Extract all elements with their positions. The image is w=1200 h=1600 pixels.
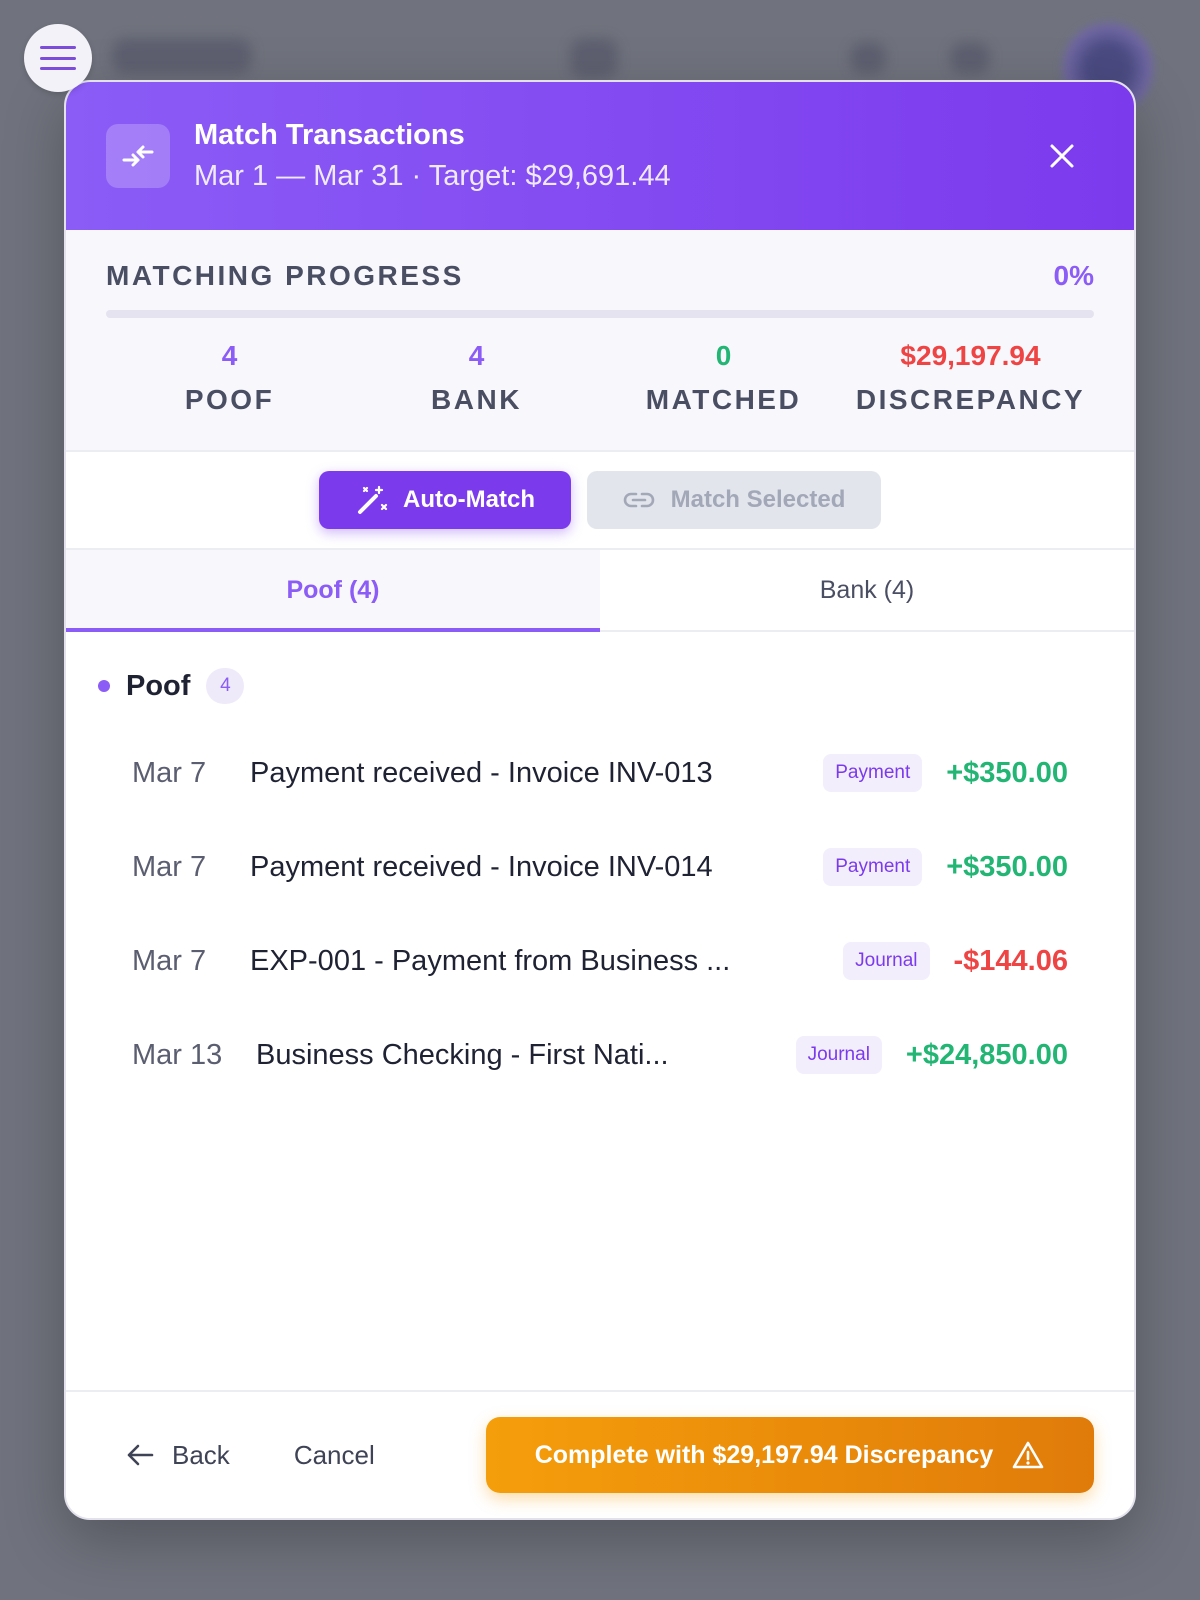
group-dot <box>98 680 110 692</box>
action-bar: Auto-Match Match Selected <box>66 452 1134 550</box>
transaction-row[interactable]: Mar 7 EXP-001 - Payment from Business ..… <box>98 914 1102 1008</box>
swap-arrows-icon <box>106 124 170 188</box>
modal-footer: Back Cancel Complete with $29,197.94 Dis… <box>66 1390 1134 1518</box>
transaction-amount: -$144.06 <box>953 944 1069 977</box>
link-icon <box>623 492 654 508</box>
stat-discrepancy: $29,197.94 DISCREPANCY <box>847 340 1094 416</box>
background-icon-blur <box>850 42 886 74</box>
background-title-blur <box>112 38 252 74</box>
modal-subtitle: Mar 1 — Mar 31 · Target: $29,691.44 <box>194 160 671 192</box>
auto-match-label: Auto-Match <box>403 486 535 513</box>
transaction-date: Mar 13 <box>132 1038 223 1071</box>
stats-row: 4 POOF 4 BANK 0 MATCHED $29,197.94 DISCR… <box>106 340 1094 416</box>
transaction-date: Mar 7 <box>132 850 207 883</box>
tab-bank[interactable]: Bank (4) <box>600 550 1134 630</box>
stat-label: DISCREPANCY <box>855 384 1086 415</box>
transaction-description: Payment received - Invoice INV-014 <box>250 850 713 883</box>
transaction-date: Mar 7 <box>132 944 207 977</box>
transaction-type-badge: Payment <box>823 848 923 886</box>
transaction-amount: +$350.00 <box>946 850 1068 883</box>
progress-bar <box>106 310 1094 318</box>
back-label: Back <box>172 1439 230 1470</box>
stat-label: BANK <box>431 384 522 415</box>
modal-title: Match Transactions <box>194 119 465 151</box>
complete-label: Complete with $29,197.94 Discrepancy <box>534 1440 994 1469</box>
group-header: Poof 4 <box>98 668 1102 704</box>
stat-value: 4 <box>468 340 485 371</box>
modal-header: Match Transactions Mar 1 — Mar 31 · Targ… <box>66 82 1134 230</box>
stat-value: $29,197.94 <box>900 340 1041 371</box>
stat-label: POOF <box>184 384 275 415</box>
stat-matched: 0 MATCHED <box>600 340 847 416</box>
tab-bar: Poof (4) Bank (4) <box>66 550 1134 632</box>
transaction-amount: +$24,850.00 <box>905 1038 1068 1071</box>
transaction-date: Mar 7 <box>132 756 207 789</box>
complete-with-discrepancy-button[interactable]: Complete with $29,197.94 Discrepancy <box>486 1417 1094 1493</box>
stat-value: 0 <box>715 340 732 371</box>
background-icon-blur <box>950 42 990 74</box>
background-icon-blur <box>570 38 618 78</box>
progress-label: MATCHING PROGRESS <box>106 260 464 291</box>
menu-icon <box>40 46 76 70</box>
match-selected-button[interactable]: Match Selected <box>587 471 881 529</box>
magic-wand-icon <box>358 485 388 514</box>
transaction-type-badge: Journal <box>843 942 930 980</box>
header-text: Match Transactions Mar 1 — Mar 31 · Targ… <box>194 119 671 193</box>
close-button[interactable] <box>1042 136 1082 176</box>
progress-percent: 0% <box>1053 260 1094 291</box>
matching-progress-section: MATCHING PROGRESS 0% 4 POOF 4 BANK 0 MAT… <box>66 230 1134 452</box>
cancel-button[interactable]: Cancel <box>294 1440 375 1471</box>
transaction-list: Poof 4 Mar 7 Payment received - Invoice … <box>66 632 1134 1102</box>
arrow-left-icon <box>127 1444 154 1466</box>
menu-button[interactable] <box>24 24 92 92</box>
warning-triangle-icon <box>1012 1441 1044 1469</box>
stat-bank: 4 BANK <box>353 340 600 416</box>
transaction-row[interactable]: Mar 7 Payment received - Invoice INV-014… <box>98 820 1102 914</box>
back-button[interactable]: Back <box>126 1440 230 1471</box>
transaction-type-badge: Payment <box>823 754 923 792</box>
stat-label: MATCHED <box>645 384 802 415</box>
group-count-badge: 4 <box>206 668 245 704</box>
transaction-amount: +$350.00 <box>946 756 1068 789</box>
auto-match-button[interactable]: Auto-Match <box>319 471 571 529</box>
transaction-description: EXP-001 - Payment from Business ... <box>250 944 731 977</box>
transaction-type-badge: Journal <box>795 1036 882 1074</box>
transaction-description: Payment received - Invoice INV-013 <box>250 756 713 789</box>
transaction-row[interactable]: Mar 7 Payment received - Invoice INV-013… <box>98 726 1102 820</box>
group-name: Poof <box>126 669 191 702</box>
stat-poof: 4 POOF <box>106 340 353 416</box>
match-selected-label: Match Selected <box>670 486 846 513</box>
close-icon <box>1050 144 1074 168</box>
stat-value: 4 <box>221 340 238 371</box>
tab-poof[interactable]: Poof (4) <box>66 550 600 632</box>
transaction-row[interactable]: Mar 13 Business Checking - First Nati...… <box>98 1008 1102 1102</box>
match-transactions-modal: Match Transactions Mar 1 — Mar 31 · Targ… <box>64 80 1136 1520</box>
transaction-description: Business Checking - First Nati... <box>256 1038 669 1071</box>
